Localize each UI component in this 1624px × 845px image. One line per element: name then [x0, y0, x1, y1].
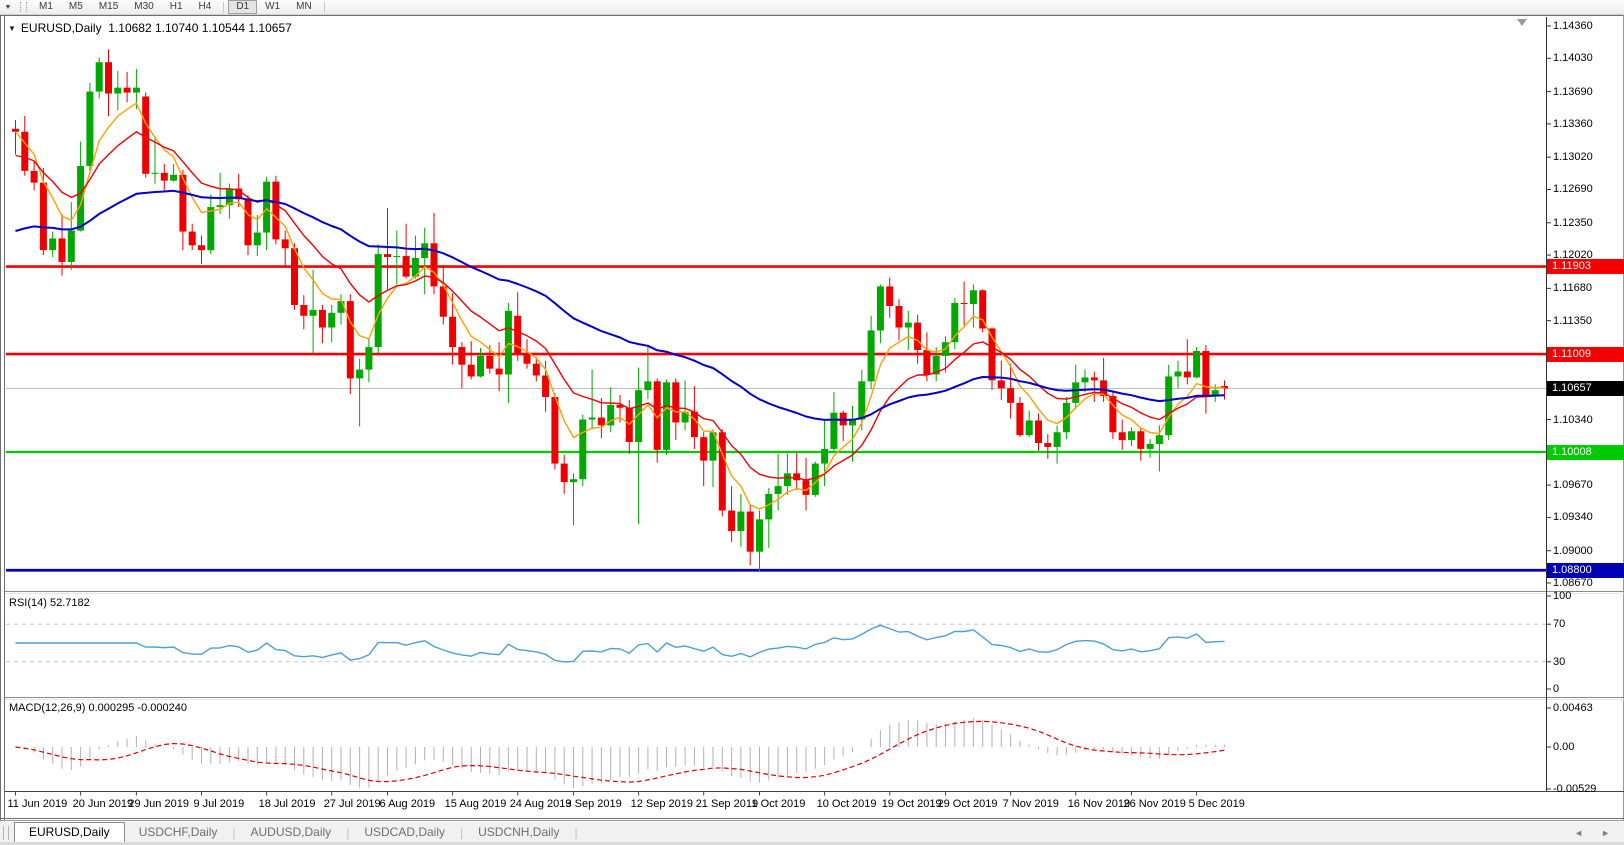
chart-symbol-period: EURUSD,Daily: [21, 21, 102, 35]
date-label: 3 Sep 2019: [566, 797, 622, 811]
date-label: 21 Sep 2019: [696, 797, 758, 811]
timeframe-button-m30[interactable]: M30: [126, 0, 161, 14]
macd-indicator-label: MACD(12,26,9) 0.000295 -0.000240: [9, 702, 187, 714]
macd-tick-label: 0.00463: [1553, 701, 1593, 715]
date-label: 29 Jun 2019: [128, 797, 189, 811]
chart-title: ▼ EURUSD,Daily 1.10682 1.10740 1.10544 1.…: [8, 21, 292, 35]
price-tick-label: 1.09670: [1553, 478, 1593, 492]
chart-tab-usdcnh[interactable]: USDCNH,Daily: [464, 823, 573, 842]
rsi-tick-label: 100: [1553, 589, 1571, 603]
tab-separator: |: [573, 826, 578, 840]
price-tick-label: 1.12690: [1553, 182, 1593, 196]
rsi-tick-label: 0: [1553, 682, 1559, 696]
price-tick-label: 1.10340: [1553, 413, 1593, 427]
tab-scroll-right-icon[interactable]: ►: [1601, 828, 1610, 838]
price-tick-label: 1.11680: [1553, 281, 1592, 295]
date-label: 26 Nov 2019: [1124, 797, 1186, 811]
tab-scroll-left-icon[interactable]: ◄: [1574, 828, 1583, 838]
price-tag: 1.08800: [1547, 563, 1624, 578]
date-label: 27 Jul 2019: [324, 797, 381, 811]
chart-tab-bar: EURUSD,DailyUSDCHF,Daily|AUDUSD,Daily|US…: [0, 821, 1624, 843]
chart-tab-usdcad[interactable]: USDCAD,Daily: [350, 823, 459, 842]
rsi-indicator-label: RSI(14) 52.7182: [9, 597, 90, 609]
price-tick-label: 1.14360: [1553, 19, 1593, 33]
timeframe-button-d1[interactable]: D1: [228, 0, 257, 14]
price-tick-label: 1.13690: [1553, 85, 1593, 99]
price-tag: 1.11903: [1547, 259, 1624, 274]
date-label: 7 Nov 2019: [1003, 797, 1059, 811]
date-label: 11 Jun 2019: [8, 797, 68, 811]
date-label: 16 Nov 2019: [1068, 797, 1130, 811]
rsi-tick-label: 30: [1553, 655, 1565, 669]
date-label: 15 Aug 2019: [445, 797, 507, 811]
date-label: 1 Oct 2019: [752, 797, 806, 811]
macd-tick-label: 0.00: [1553, 740, 1574, 754]
date-label: 18 Jul 2019: [259, 797, 316, 811]
timeframe-button-m5[interactable]: M5: [61, 0, 91, 14]
date-label: 10 Oct 2019: [817, 797, 877, 811]
macd-tick-label: -0.00529: [1553, 782, 1596, 796]
chevron-down-icon: ▼: [8, 24, 16, 33]
timeframe-button-mn[interactable]: MN: [288, 0, 320, 14]
chart-dropdown-button[interactable]: ▼: [0, 4, 16, 11]
price-tick-label: 1.08670: [1553, 576, 1593, 590]
date-label: 24 Aug 2019: [510, 797, 572, 811]
toolbar-separator: [324, 2, 325, 13]
chart-tab-eurusd[interactable]: EURUSD,Daily: [14, 822, 125, 843]
toolbar-grip-handle[interactable]: [20, 2, 27, 12]
date-label: 19 Oct 2019: [882, 797, 942, 811]
price-tick-label: 1.13020: [1553, 150, 1593, 164]
price-tag: 1.10008: [1547, 445, 1624, 460]
price-tag: 1.10657: [1547, 381, 1624, 396]
price-tick-label: 1.09000: [1553, 544, 1593, 558]
terminal-stage: ▼ M1M5M15M30H1H4 D1W1MN ▼ EURUSD,Daily 1.1…: [0, 0, 1624, 845]
rsi-tick-label: 70: [1553, 617, 1565, 631]
date-label: 5 Dec 2019: [1189, 797, 1245, 811]
price-tick-label: 1.13360: [1553, 117, 1593, 131]
timeframe-button-w1[interactable]: W1: [257, 0, 288, 14]
date-label: 20 Jun 2019: [73, 797, 134, 811]
timeframe-button-m1[interactable]: M1: [31, 0, 61, 14]
timeframe-toolbar: ▼ M1M5M15M30H1H4 D1W1MN: [0, 0, 1624, 15]
price-tag: 1.11009: [1547, 347, 1624, 362]
tab-scroll-controls: ◄►: [1574, 828, 1610, 838]
date-label: 12 Sep 2019: [631, 797, 693, 811]
timeframe-button-m15[interactable]: M15: [91, 0, 126, 14]
price-tick-label: 1.12350: [1553, 216, 1593, 230]
timeframe-button-h4[interactable]: H4: [191, 0, 220, 14]
chart-tab-audusd[interactable]: AUDUSD,Daily: [237, 823, 346, 842]
price-tick-label: 1.11350: [1553, 314, 1592, 328]
chart-canvas[interactable]: [0, 0, 1624, 845]
toolbar-separator: [223, 2, 224, 13]
date-label: 29 Oct 2019: [938, 797, 998, 811]
timeframe-button-h1[interactable]: H1: [162, 0, 191, 14]
date-label: 6 Aug 2019: [380, 797, 436, 811]
date-label: 9 Jul 2019: [194, 797, 245, 811]
tab-bar-grip-handle[interactable]: [3, 826, 9, 840]
chart-tab-usdchf[interactable]: USDCHF,Daily: [125, 823, 232, 842]
price-tick-label: 1.14030: [1553, 51, 1593, 65]
chart-ohlc-values: 1.10682 1.10740 1.10544 1.10657: [108, 21, 292, 35]
price-tick-label: 1.09340: [1553, 510, 1593, 524]
chevron-down-icon: ▼: [5, 4, 12, 11]
